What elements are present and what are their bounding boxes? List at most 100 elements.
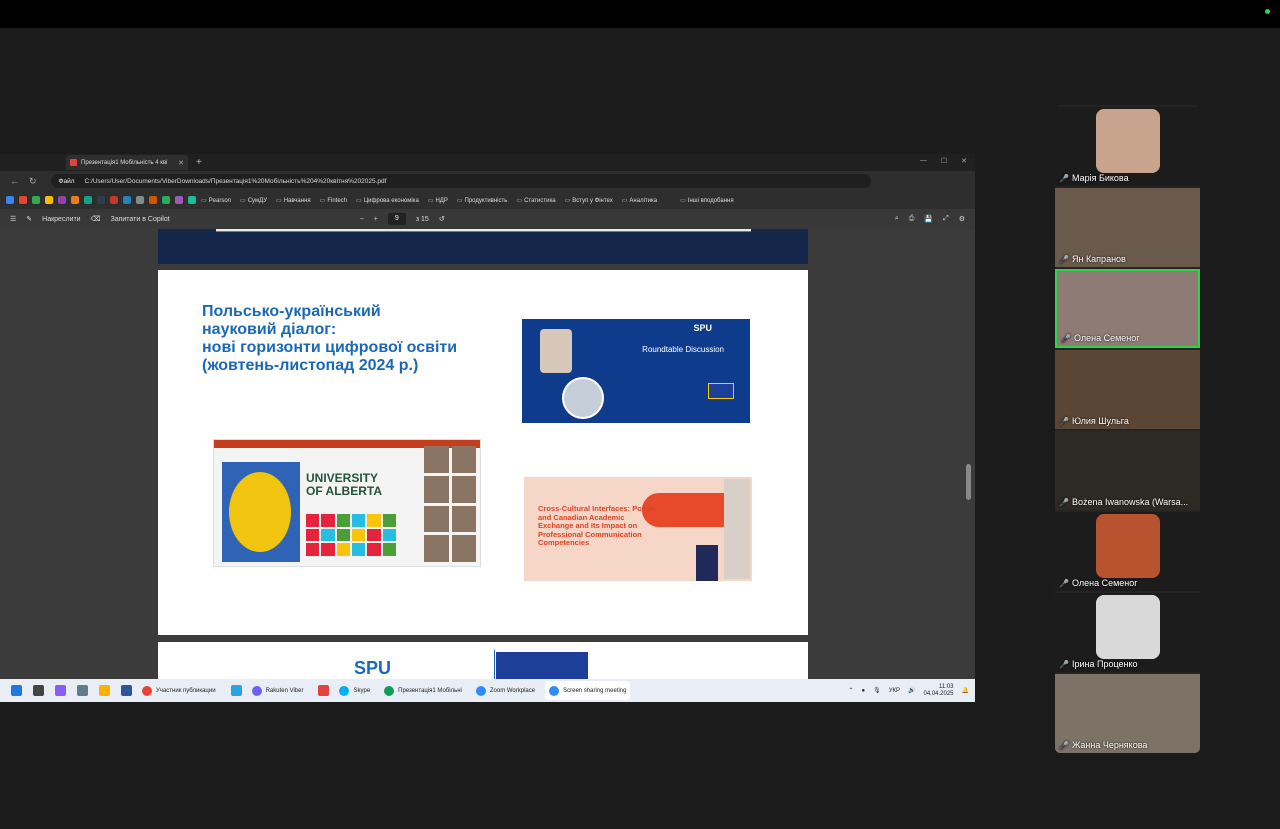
- address-row: ← ↻ Файл C:/Users/User/Documents/ViberDo…: [0, 171, 975, 191]
- pdf-viewer[interactable]: Польсько-український науковий діалог: но…: [0, 229, 975, 679]
- bookmark-icon[interactable]: [19, 196, 27, 204]
- folder-icon[interactable]: [99, 685, 110, 696]
- eraser-icon[interactable]: ⌫: [91, 215, 101, 223]
- copilot-button[interactable]: Запитати в Copilot: [110, 216, 169, 223]
- bookmark-fintech-intro[interactable]: Вступ у Фінтех: [565, 197, 613, 204]
- bookmark-icon[interactable]: [136, 196, 144, 204]
- bookmark-icon[interactable]: [84, 196, 92, 204]
- fullscreen-icon[interactable]: ⤢: [943, 215, 949, 223]
- bookmark-icon[interactable]: [6, 196, 14, 204]
- cross-cultural-image: Cross-Cultural Interfaces: Polish and Ca…: [524, 477, 752, 581]
- muted-mic-icon: 🎤: [1059, 578, 1069, 588]
- zoom-in-icon[interactable]: +: [374, 216, 378, 223]
- pdf-icon: [70, 159, 77, 166]
- participant-tile[interactable]: 🎤 Олена Семеног: [1055, 269, 1200, 348]
- tab-title: Презентація1 Мобільність 4 кві: [81, 159, 168, 166]
- bookmark-digital-economy[interactable]: Цифрова економіка: [356, 197, 419, 204]
- bookmark-icon[interactable]: [71, 196, 79, 204]
- zoom-tray-icon[interactable]: ●: [861, 688, 865, 694]
- mic-tray-icon[interactable]: 🎙: [873, 687, 881, 694]
- new-tab-icon[interactable]: +: [196, 157, 202, 168]
- copilot-icon[interactable]: [55, 685, 66, 696]
- shared-screen: Презентація1 Мобільність 4 кві ✕ + — ☐ ✕…: [0, 154, 975, 702]
- participant-tile[interactable]: 🎤 Ірина Проценко: [1055, 593, 1200, 672]
- participant-tile[interactable]: 🎤 Юлия Шульга: [1055, 350, 1200, 429]
- participant-name-label: Юлия Шульга: [1071, 416, 1129, 426]
- close-window-icon[interactable]: ✕: [961, 157, 967, 165]
- bookmark-icon[interactable]: [110, 196, 118, 204]
- taskbar-app-zoom[interactable]: Zoom Workplace: [472, 681, 539, 700]
- rotate-icon[interactable]: ↺: [439, 215, 445, 223]
- language-indicator[interactable]: УКР: [889, 688, 900, 694]
- participant-tile[interactable]: 🎤 Ян Капранов: [1055, 188, 1200, 267]
- muted-mic-icon: 🎤: [1059, 497, 1069, 507]
- bookmark-icon[interactable]: [123, 196, 131, 204]
- browser-tab[interactable]: Презентація1 Мобільність 4 кві ✕: [66, 155, 188, 170]
- participants-panel: 🎤 Марія Бикова 🎤 Ян Капранов 🎤 Олена Семеног 🎤…: [1055, 105, 1200, 753]
- close-tab-icon[interactable]: ✕: [178, 159, 184, 167]
- bookmark-icon[interactable]: [45, 196, 53, 204]
- bookmark-navchannia[interactable]: Навчання: [276, 197, 311, 204]
- taskbar-app-edge[interactable]: Презентація1 Мобільні: [380, 681, 466, 700]
- refresh-icon[interactable]: ↻: [29, 176, 37, 187]
- muted-mic-icon: 🎤: [1059, 416, 1069, 426]
- taskbar-app-viber[interactable]: Rakuten Viber: [248, 681, 308, 700]
- zoom-out-icon[interactable]: −: [360, 216, 364, 223]
- bookmark-analytics[interactable]: Аналітика: [622, 197, 657, 204]
- browser-tab-bar: Презентація1 Мобільність 4 кві ✕ + — ☐ ✕: [0, 154, 975, 171]
- draw-button[interactable]: Накреслити: [42, 216, 80, 223]
- bookmark-sumdu[interactable]: СумДУ: [240, 197, 267, 204]
- participant-tile[interactable]: 🎤 Жанна Чернякова: [1055, 674, 1200, 753]
- slide-title: Польсько-український науковий діалог: но…: [202, 303, 458, 374]
- bookmark-icon[interactable]: [58, 196, 66, 204]
- highlight-icon[interactable]: ✎: [26, 215, 32, 223]
- page-total: з 15: [415, 215, 429, 223]
- bookmark-productivity[interactable]: Продуктивність: [457, 197, 508, 204]
- bookmark-icon[interactable]: [175, 196, 183, 204]
- chevron-up-icon[interactable]: ⌃: [848, 687, 853, 694]
- bookmark-icon[interactable]: [97, 196, 105, 204]
- bookmark-ndr[interactable]: НДР: [428, 197, 447, 204]
- participant-tile[interactable]: 🎤 Bożena Iwanowska (Warsa...: [1055, 431, 1200, 510]
- contents-icon[interactable]: ☰: [10, 215, 16, 223]
- university-of-alberta-image: UNIVERSITY OF ALBERTA: [213, 439, 481, 567]
- pdf-toolbar: ☰ ✎ Накреслити ⌫ Запитати в Copilot − + …: [0, 209, 975, 229]
- volume-icon[interactable]: 🔊: [908, 687, 915, 694]
- start-icon[interactable]: [11, 685, 22, 696]
- current-slide: Польсько-український науковий діалог: но…: [158, 270, 808, 635]
- word-icon[interactable]: [121, 685, 132, 696]
- bookmark-icon[interactable]: [162, 196, 170, 204]
- telegram-icon[interactable]: [230, 685, 242, 696]
- bookmark-fintech[interactable]: Fintech: [320, 197, 347, 204]
- taskbar-app-screen-sharing[interactable]: Screen sharing meeting: [545, 681, 631, 700]
- participant-name: 🎤 Марія Бикова: [1059, 173, 1129, 183]
- other-bookmarks[interactable]: Інші вподобання: [680, 197, 734, 204]
- participant-avatar: [1096, 109, 1160, 173]
- participant-name: 🎤 Bożena Iwanowska (Warsa...: [1059, 497, 1188, 507]
- save-icon[interactable]: 💾: [924, 215, 933, 223]
- bookmark-icon[interactable]: [149, 196, 157, 204]
- print-icon[interactable]: ⎙: [909, 215, 915, 223]
- connection-indicator-icon: [1265, 9, 1270, 14]
- bookmark-pearson[interactable]: Pearson: [201, 197, 231, 204]
- notifications-icon[interactable]: 🔔: [962, 687, 969, 694]
- search-icon[interactable]: ⌕: [895, 215, 899, 223]
- scrollbar[interactable]: [966, 239, 971, 669]
- back-icon[interactable]: ←: [10, 176, 19, 186]
- page-number-input[interactable]: 9: [387, 213, 406, 225]
- task-view-icon[interactable]: [33, 685, 44, 696]
- bookmark-statistics[interactable]: Статистика: [516, 197, 556, 204]
- taskbar-app-chrome[interactable]: Участник публикации: [138, 681, 220, 700]
- settings-icon[interactable]: [77, 685, 88, 696]
- participant-tile[interactable]: 🎤 Олена Семеног: [1055, 512, 1200, 591]
- settings-gear-icon[interactable]: ⚙: [959, 215, 965, 223]
- maximize-icon[interactable]: ☐: [941, 157, 947, 165]
- minimize-icon[interactable]: —: [920, 157, 927, 165]
- bookmark-icon[interactable]: [188, 196, 196, 204]
- app-icon[interactable]: [318, 685, 330, 696]
- clock[interactable]: 11:03 04.04.2025: [923, 684, 953, 698]
- taskbar-app-skype[interactable]: Skype: [335, 681, 374, 700]
- participant-tile[interactable]: 🎤 Марія Бикова: [1055, 107, 1200, 186]
- address-bar[interactable]: Файл C:/Users/User/Documents/ViberDownlo…: [50, 174, 871, 188]
- bookmark-icon[interactable]: [32, 196, 40, 204]
